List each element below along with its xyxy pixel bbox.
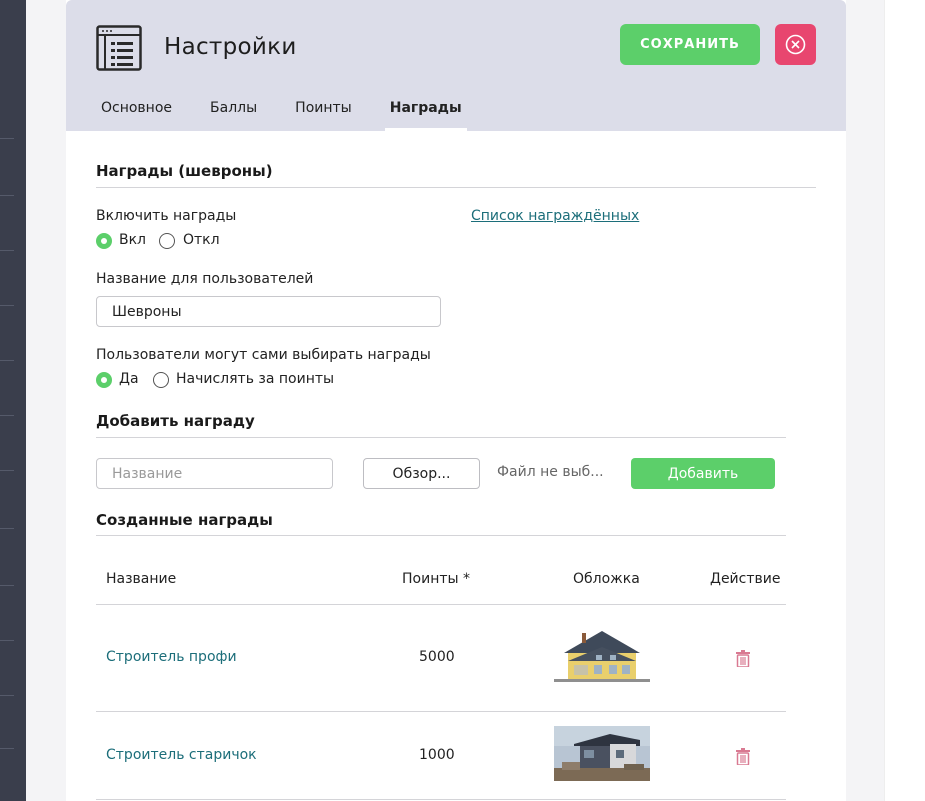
column-header-name: Название bbox=[106, 571, 177, 587]
settings-panel: Настройки СОХРАНИТЬ Основное Баллы Поинт… bbox=[66, 0, 846, 801]
self-choose-yes-label: Да bbox=[119, 371, 139, 387]
add-award-button[interactable]: Добавить bbox=[631, 458, 775, 489]
award-name[interactable]: Строитель профи bbox=[106, 649, 237, 665]
divider bbox=[96, 799, 786, 800]
enable-off-label: Откл bbox=[183, 232, 220, 248]
divider bbox=[96, 604, 786, 605]
self-choose-label: Пользователи могут сами выбирать награды bbox=[96, 347, 431, 363]
browse-button[interactable]: Обзор... bbox=[363, 458, 480, 489]
divider bbox=[96, 437, 786, 438]
settings-tabs: Основное Баллы Поинты Награды bbox=[96, 90, 500, 131]
award-name[interactable]: Строитель старичок bbox=[106, 747, 257, 763]
tab-points[interactable]: Поинты bbox=[295, 90, 352, 131]
tab-main[interactable]: Основное bbox=[101, 90, 172, 131]
tab-scores[interactable]: Баллы bbox=[210, 90, 257, 131]
awards-section-title: Награды (шевроны) bbox=[96, 162, 273, 180]
award-points: 5000 bbox=[419, 649, 455, 665]
column-header-cover: Обложка bbox=[573, 571, 640, 587]
column-header-action: Действие bbox=[710, 571, 781, 587]
enable-on-label: Вкл bbox=[119, 232, 147, 248]
enable-on-radio[interactable] bbox=[96, 233, 112, 249]
self-choose-yes-radio[interactable] bbox=[96, 372, 112, 388]
divider bbox=[96, 187, 816, 188]
award-points: 1000 bbox=[419, 747, 455, 763]
display-name-input[interactable]: Шевроны bbox=[96, 296, 441, 327]
award-name-input[interactable]: Название bbox=[96, 458, 333, 489]
enable-awards-label: Включить награды bbox=[96, 208, 237, 224]
divider bbox=[96, 535, 786, 536]
award-cover-image bbox=[554, 625, 650, 683]
divider bbox=[884, 0, 885, 801]
award-cover-image bbox=[554, 726, 650, 781]
column-header-points: Поинты * bbox=[402, 571, 471, 587]
awarded-list-link[interactable]: Список награждённых bbox=[471, 208, 639, 224]
save-button[interactable]: СОХРАНИТЬ bbox=[620, 24, 760, 65]
trash-icon[interactable] bbox=[736, 748, 750, 766]
display-name-label: Название для пользователей bbox=[96, 271, 314, 287]
trash-icon[interactable] bbox=[736, 650, 750, 668]
close-button[interactable] bbox=[775, 24, 816, 65]
settings-window-icon bbox=[96, 25, 142, 71]
page-title: Настройки bbox=[164, 34, 297, 60]
file-status: Файл не выб... bbox=[497, 464, 604, 480]
divider bbox=[96, 711, 786, 712]
self-choose-points-label: Начислять за поинты bbox=[176, 371, 335, 387]
add-award-title: Добавить награду bbox=[96, 412, 255, 430]
settings-header: Настройки СОХРАНИТЬ Основное Баллы Поинт… bbox=[66, 0, 846, 131]
left-sidebar bbox=[0, 0, 26, 801]
enable-off-radio[interactable] bbox=[159, 233, 175, 249]
tab-awards[interactable]: Награды bbox=[384, 90, 467, 131]
self-choose-points-radio[interactable] bbox=[153, 372, 169, 388]
created-awards-title: Созданные награды bbox=[96, 511, 273, 529]
